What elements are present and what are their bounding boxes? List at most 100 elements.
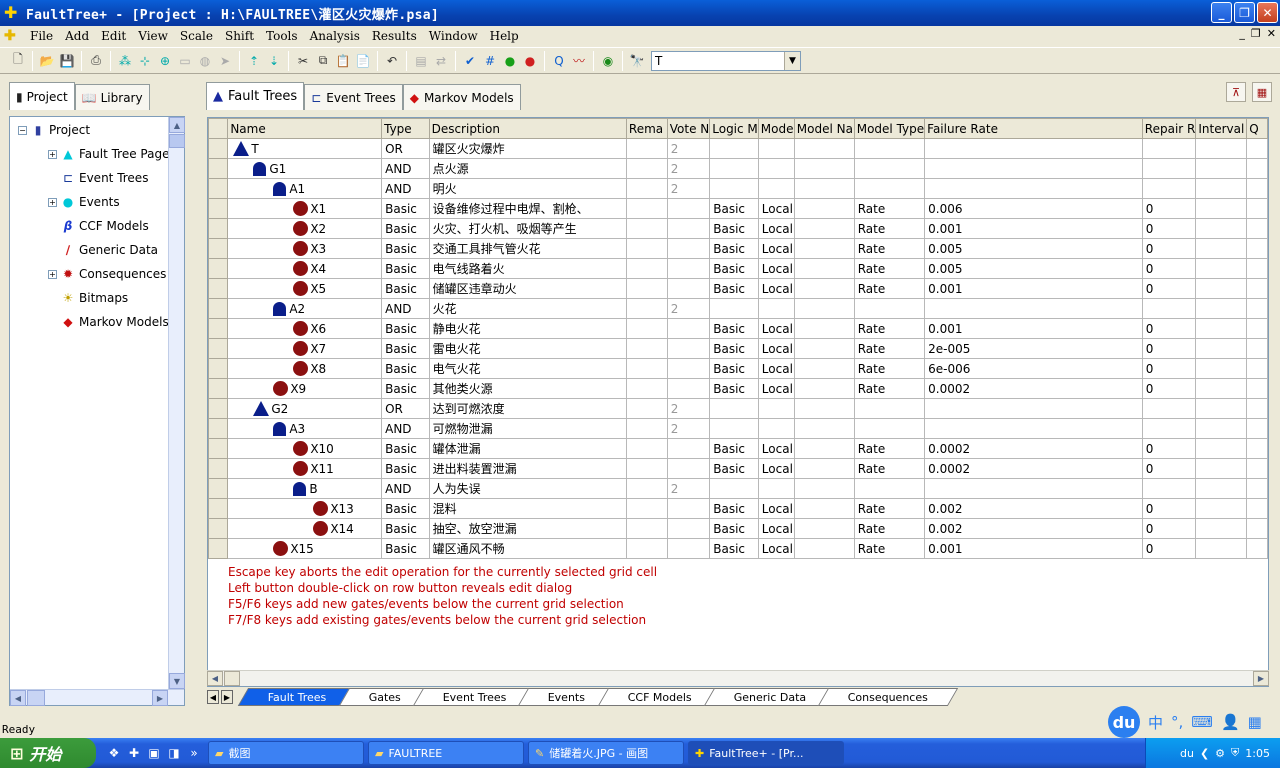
task-faulttree-plus[interactable]: ✚ FaultTree+ - [Pr... <box>688 741 844 765</box>
cell-failure-rate[interactable]: 0.005 <box>924 258 1143 279</box>
cell-model-name[interactable] <box>793 398 855 419</box>
cell-interval[interactable] <box>1195 158 1248 179</box>
cell-interval[interactable] <box>1195 478 1248 499</box>
cut-icon[interactable]: ✂ <box>293 51 313 71</box>
tree-item-project[interactable]: − ▮ Project <box>18 121 90 139</box>
cell-vote[interactable]: 2 <box>666 478 711 499</box>
row-selector[interactable] <box>208 218 229 239</box>
cell-description[interactable]: 罐区通风不畅 <box>428 538 627 559</box>
table-row[interactable]: X8 Basic 电气火花 Basic Local Rate 6e-006 0 <box>208 358 1268 379</box>
check-icon[interactable]: ✔ <box>460 51 480 71</box>
cell-interval[interactable] <box>1195 418 1248 439</box>
quicklaunch-more-icon[interactable]: » <box>184 743 204 763</box>
cell-q[interactable] <box>1246 298 1268 319</box>
quicklaunch-icon[interactable]: ✚ <box>124 743 144 763</box>
cell-model-type[interactable] <box>853 298 926 319</box>
cell-model-type[interactable]: Rate <box>853 538 926 559</box>
cell-remarks[interactable] <box>625 438 668 459</box>
table-row[interactable]: X2 Basic 火灾、打火机、吸烟等产生 Basic Local Rate 0.001 0 <box>208 218 1268 239</box>
menu-add[interactable]: Add <box>59 29 95 43</box>
cell-q[interactable] <box>1246 418 1268 439</box>
cell-type[interactable]: Basic <box>381 358 430 379</box>
cell-model-name[interactable] <box>793 238 855 259</box>
cell-mode[interactable]: Local <box>757 338 795 359</box>
cell-repair-rate[interactable]: 0 <box>1141 218 1197 239</box>
cell-logic[interactable]: Basic <box>709 378 759 399</box>
cell-description[interactable]: 静电火花 <box>428 318 627 339</box>
cell-name[interactable]: G2 <box>227 398 383 419</box>
minimize-button[interactable]: _ <box>1211 2 1232 23</box>
scroll-left-icon[interactable]: ◀ <box>10 690 26 706</box>
mdi-minimize-button[interactable]: _ <box>1239 27 1245 40</box>
hscroll-thumb[interactable] <box>224 671 240 686</box>
cell-remarks[interactable] <box>625 278 668 299</box>
add-transfer-icon[interactable]: ⊕ <box>155 51 175 71</box>
cell-failure-rate[interactable] <box>924 158 1143 179</box>
cell-logic[interactable] <box>709 138 759 159</box>
cell-repair-rate[interactable]: 0 <box>1141 378 1197 399</box>
cell-q[interactable] <box>1246 478 1268 499</box>
cell-model-name[interactable] <box>793 338 855 359</box>
cell-repair-rate[interactable] <box>1141 478 1197 499</box>
tree-item-fault-tree-page[interactable]: + ▲ Fault Tree Page <box>48 145 169 163</box>
col-repair-rate[interactable]: Repair R <box>1141 118 1197 139</box>
table-row[interactable]: X9 Basic 其他类火源 Basic Local Rate 0.0002 0 <box>208 378 1268 399</box>
cell-name[interactable]: X6 <box>227 318 383 339</box>
print-icon[interactable]: ⎙ <box>86 51 106 71</box>
collapse-icon[interactable]: − <box>18 125 27 135</box>
cell-model-type[interactable] <box>853 418 926 439</box>
cell-model-type[interactable] <box>853 478 926 499</box>
cell-interval[interactable] <box>1195 318 1248 339</box>
cell-name[interactable]: A1 <box>227 178 383 199</box>
cell-remarks[interactable] <box>625 338 668 359</box>
cell-q[interactable] <box>1246 498 1268 519</box>
cell-vote[interactable]: 2 <box>666 298 711 319</box>
cell-vote[interactable] <box>666 378 711 399</box>
row-selector[interactable] <box>208 398 229 419</box>
cell-description[interactable]: 人为失误 <box>428 478 627 499</box>
cell-name[interactable]: A2 <box>227 298 383 319</box>
cell-name[interactable]: X13 <box>227 498 383 519</box>
cell-logic[interactable]: Basic <box>709 438 759 459</box>
cell-type[interactable]: Basic <box>381 538 430 559</box>
cell-mode[interactable]: Local <box>757 438 795 459</box>
pointer-icon[interactable]: ➤ <box>215 51 235 71</box>
cell-remarks[interactable] <box>625 238 668 259</box>
table-row[interactable]: X5 Basic 储罐区违章动火 Basic Local Rate 0.001 0 <box>208 278 1268 299</box>
cell-type[interactable]: Basic <box>381 238 430 259</box>
cell-description[interactable]: 抽空、放空泄漏 <box>428 518 627 539</box>
cell-type[interactable]: Basic <box>381 218 430 239</box>
cell-model-name[interactable] <box>793 198 855 219</box>
paste-icon[interactable]: 📋 <box>333 51 353 71</box>
cell-vote[interactable] <box>666 198 711 219</box>
cell-vote[interactable]: 2 <box>666 418 711 439</box>
cell-q[interactable] <box>1246 138 1268 159</box>
cell-name[interactable]: X5 <box>227 278 383 299</box>
menu-file[interactable]: File <box>24 29 59 43</box>
cell-remarks[interactable] <box>625 218 668 239</box>
cell-interval[interactable] <box>1195 378 1248 399</box>
cell-model-name[interactable] <box>793 178 855 199</box>
cell-model-name[interactable] <box>793 498 855 519</box>
cell-logic[interactable]: Basic <box>709 258 759 279</box>
cell-model-name[interactable] <box>793 158 855 179</box>
cell-model-name[interactable] <box>793 318 855 339</box>
prev-sheet-icon[interactable]: ◀ <box>207 690 219 704</box>
link-icon[interactable]: ▭ <box>175 51 195 71</box>
mdi-restore-button[interactable]: ❐ <box>1251 27 1261 40</box>
tree-item-event-trees[interactable]: ⊏ Event Trees <box>60 169 148 187</box>
cell-interval[interactable] <box>1195 138 1248 159</box>
cell-name[interactable]: X15 <box>227 538 383 559</box>
cell-model-name[interactable] <box>793 518 855 539</box>
tab-markov-models[interactable]: ◆ Markov Models <box>402 84 521 110</box>
cell-q[interactable] <box>1246 338 1268 359</box>
table-row[interactable]: X13 Basic 混料 Basic Local Rate 0.002 0 <box>208 498 1268 519</box>
cell-repair-rate[interactable] <box>1141 418 1197 439</box>
quicklaunch-icon[interactable]: ❖ <box>104 743 124 763</box>
cell-remarks[interactable] <box>625 158 668 179</box>
expand-icon[interactable]: + <box>48 149 57 159</box>
hscroll-thumb[interactable] <box>27 690 45 706</box>
cell-repair-rate[interactable] <box>1141 138 1197 159</box>
quicklaunch-icon[interactable]: ◨ <box>164 743 184 763</box>
cell-failure-rate[interactable] <box>924 418 1143 439</box>
